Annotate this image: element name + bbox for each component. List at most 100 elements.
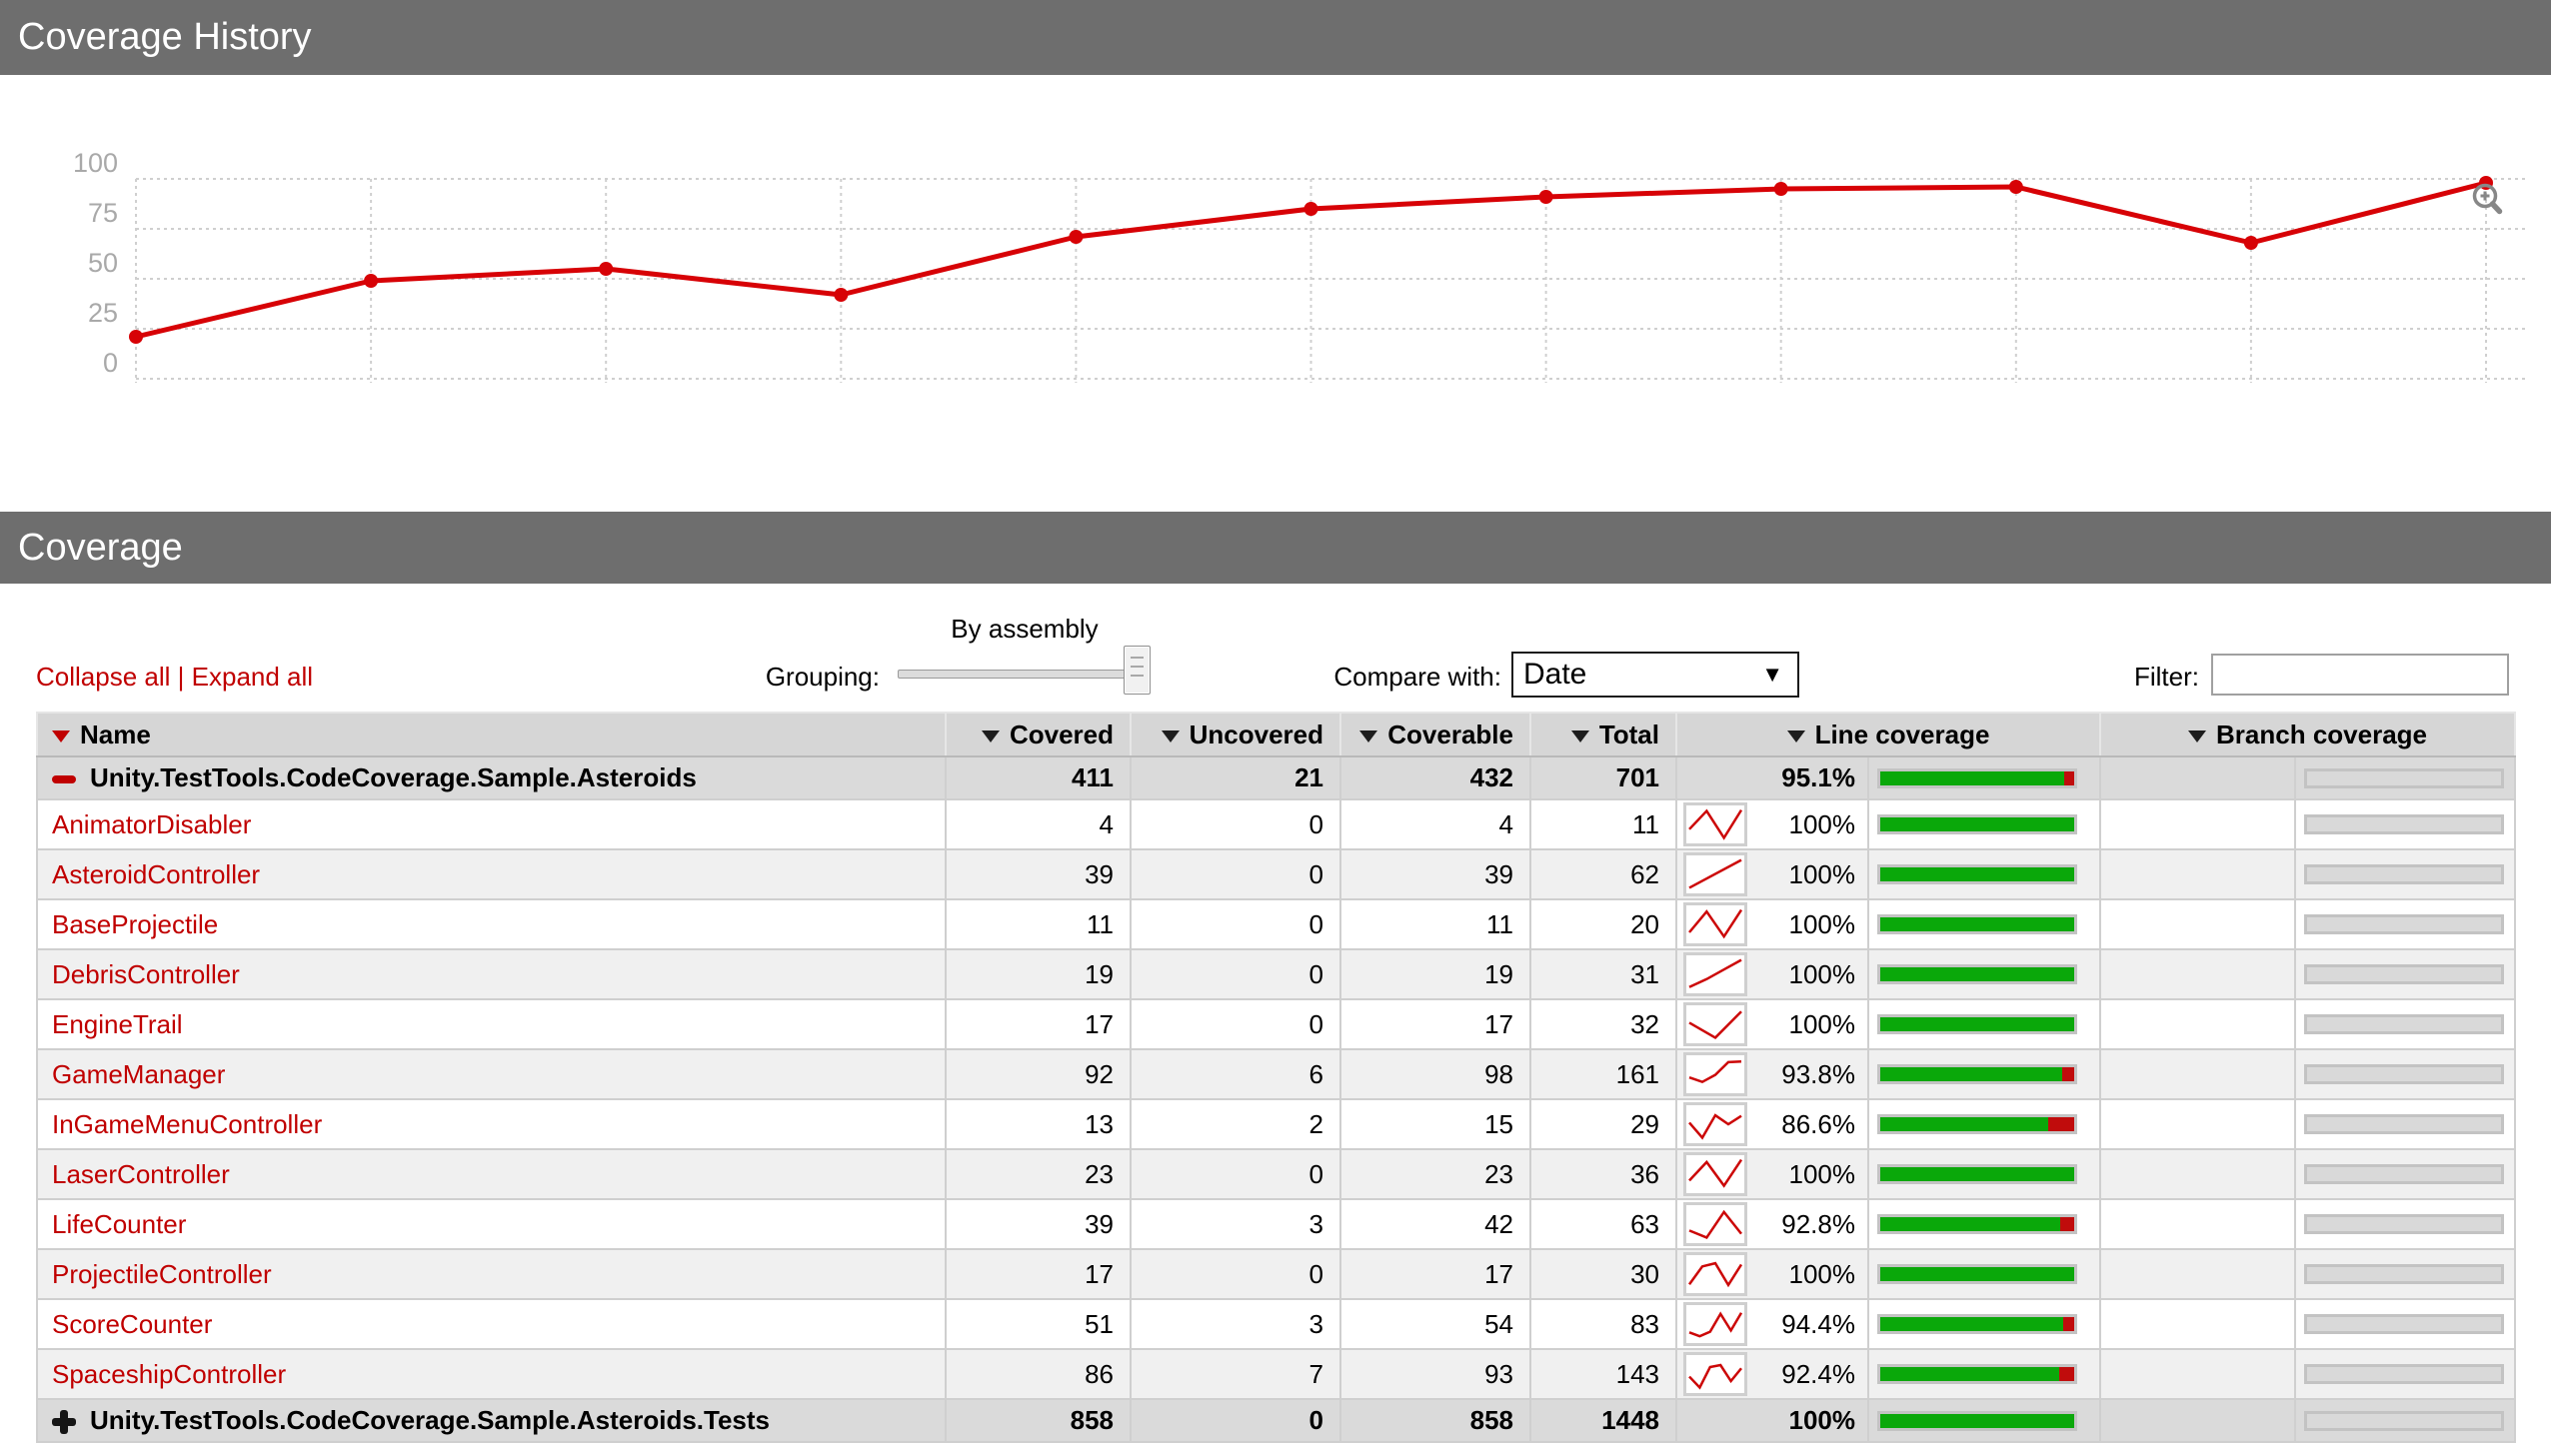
- line-coverage-bar-cell: [1866, 998, 2102, 1050]
- covered-cell: 23: [945, 1148, 1132, 1200]
- line-coverage-percent: 95.1%: [1781, 762, 1855, 792]
- coverage-title: Coverage: [18, 526, 183, 569]
- class-row: BaseProjectile 11 0 11 20 100%: [36, 898, 2517, 950]
- line-coverage-bar: [1877, 814, 2077, 834]
- class-link[interactable]: SpaceshipController: [52, 1359, 286, 1389]
- line-coverage-percent: 100%: [1788, 1405, 1856, 1435]
- line-coverage-percent-cell: 100%: [1675, 948, 1869, 1000]
- chevron-down-icon: ▼: [1761, 662, 1783, 687]
- branch-coverage-bar: [2304, 964, 2505, 984]
- column-header-total[interactable]: Total: [1529, 712, 1677, 757]
- class-row: DebrisController 19 0 19 31 100%: [36, 948, 2517, 1000]
- line-coverage-percent-wrap: 93.8%: [1678, 1052, 1866, 1096]
- expand-all-link[interactable]: Expand all: [192, 662, 313, 692]
- chart-data-point[interactable]: [129, 330, 143, 344]
- covered-bar-fill: [1880, 867, 2074, 881]
- chart-data-point[interactable]: [834, 288, 849, 302]
- class-link[interactable]: LifeCounter: [52, 1209, 186, 1239]
- name-cell: AnimatorDisabler: [36, 798, 947, 850]
- chart-data-point[interactable]: [364, 274, 379, 288]
- uncovered-cell: 0: [1130, 798, 1341, 850]
- grouping-slider[interactable]: [898, 670, 1150, 679]
- total-cell: 143: [1529, 1348, 1677, 1400]
- coverable-cell: 54: [1339, 1298, 1531, 1350]
- class-link[interactable]: EngineTrail: [52, 1009, 183, 1039]
- covered-cell: 4: [945, 798, 1132, 850]
- chart-data-point[interactable]: [2243, 236, 2258, 250]
- chart-zoom-in-icon[interactable]: [2467, 180, 2509, 222]
- chart-data-point[interactable]: [599, 262, 614, 276]
- empty-bar-fill: [2307, 917, 2502, 931]
- collapse-all-link[interactable]: Collapse all: [36, 662, 170, 692]
- class-link[interactable]: BaseProjectile: [52, 909, 218, 939]
- class-link[interactable]: ScoreCounter: [52, 1309, 212, 1339]
- branch-coverage-bar: [2304, 814, 2505, 834]
- covered-cell: 51: [945, 1298, 1132, 1350]
- class-link[interactable]: LaserController: [52, 1159, 230, 1189]
- column-header-uncovered[interactable]: Uncovered: [1130, 712, 1341, 757]
- class-history-sparkline: [1688, 808, 1743, 840]
- class-row: LifeCounter 39 3 42 63 92.8%: [36, 1198, 2517, 1250]
- class-row: ScoreCounter 51 3 54 83 94.4%: [36, 1298, 2517, 1350]
- class-row: LaserController 23 0 23 36 100%: [36, 1148, 2517, 1200]
- line-coverage-bar: [1877, 1214, 2077, 1234]
- uncovered-cell: 21: [1130, 755, 1341, 800]
- line-coverage-percent-cell: 100%: [1675, 998, 1869, 1050]
- expand-icon[interactable]: [52, 1410, 76, 1435]
- empty-bar-fill: [2307, 1217, 2502, 1231]
- line-coverage-bar: [1877, 964, 2077, 984]
- class-history-sparkline: [1688, 958, 1742, 988]
- covered-bar-fill: [1880, 1413, 2074, 1428]
- assembly-name: Unity.TestTools.CodeCoverage.Sample.Aste…: [90, 1405, 771, 1435]
- uncovered-cell: 7: [1130, 1348, 1341, 1400]
- line-coverage-bar-cell: [1866, 848, 2102, 900]
- branch-coverage-bar: [2304, 1114, 2505, 1134]
- coverable-cell: 98: [1339, 1048, 1531, 1100]
- chart-data-point[interactable]: [1069, 230, 1084, 244]
- covered-bar-fill: [1880, 917, 2074, 931]
- line-coverage-bar: [1877, 1314, 2077, 1334]
- line-coverage-percent-cell: 92.4%: [1675, 1348, 1869, 1400]
- line-coverage-bar: [1877, 914, 2077, 934]
- class-link[interactable]: GameManager: [52, 1059, 225, 1089]
- class-link[interactable]: InGameMenuController: [52, 1109, 322, 1139]
- empty-bar-fill: [2307, 967, 2502, 981]
- coverable-cell: 11: [1339, 898, 1531, 950]
- class-link[interactable]: DebrisController: [52, 959, 240, 989]
- grouping-slider-thumb[interactable]: [1124, 646, 1151, 695]
- collapse-icon[interactable]: [52, 775, 76, 784]
- column-header-line-coverage[interactable]: Line coverage: [1674, 712, 2102, 757]
- column-header-covered[interactable]: Covered: [945, 712, 1132, 757]
- line-coverage-bar-cell: [1866, 1248, 2102, 1300]
- chart-data-point[interactable]: [1303, 202, 1318, 216]
- class-history-sparkline: [1688, 858, 1742, 889]
- name-cell: BaseProjectile: [36, 898, 947, 950]
- empty-bar-fill: [2307, 1267, 2502, 1281]
- branch-coverage-bar: [2304, 1314, 2505, 1334]
- line-coverage-bar: [1877, 1364, 2077, 1384]
- line-coverage-bar-cell: [1866, 1398, 2102, 1443]
- compare-with-select[interactable]: Date ▼: [1511, 652, 1799, 698]
- class-link[interactable]: AsteroidController: [52, 859, 260, 889]
- sparkline-box: [1683, 1252, 1747, 1296]
- class-link[interactable]: ProjectileController: [52, 1259, 272, 1289]
- branch-coverage-bar: [2304, 914, 2505, 934]
- column-header-branch-coverage[interactable]: Branch coverage: [2099, 712, 2517, 757]
- branch-coverage-bar-cell: [2294, 1198, 2517, 1250]
- chart-data-point[interactable]: [2008, 180, 2023, 194]
- class-link[interactable]: AnimatorDisabler: [52, 809, 251, 839]
- covered-bar-fill: [1880, 1067, 2062, 1081]
- line-coverage-bar: [1877, 1164, 2077, 1184]
- column-header-name[interactable]: Name: [36, 712, 947, 757]
- sort-arrow-icon: [52, 729, 70, 742]
- grouping-label: Grouping:: [765, 662, 880, 692]
- filter-input[interactable]: [2211, 654, 2509, 696]
- chart-data-point[interactable]: [1538, 190, 1553, 204]
- column-header-coverable[interactable]: Coverable: [1339, 712, 1531, 757]
- branch-coverage-bar: [2304, 1014, 2505, 1034]
- line-coverage-percent-wrap: 100%: [1678, 902, 1866, 946]
- line-coverage-percent: 100%: [1788, 1258, 1856, 1289]
- line-coverage-bar: [1877, 1264, 2077, 1284]
- class-history-sparkline: [1688, 1311, 1743, 1338]
- chart-data-point[interactable]: [1773, 182, 1788, 196]
